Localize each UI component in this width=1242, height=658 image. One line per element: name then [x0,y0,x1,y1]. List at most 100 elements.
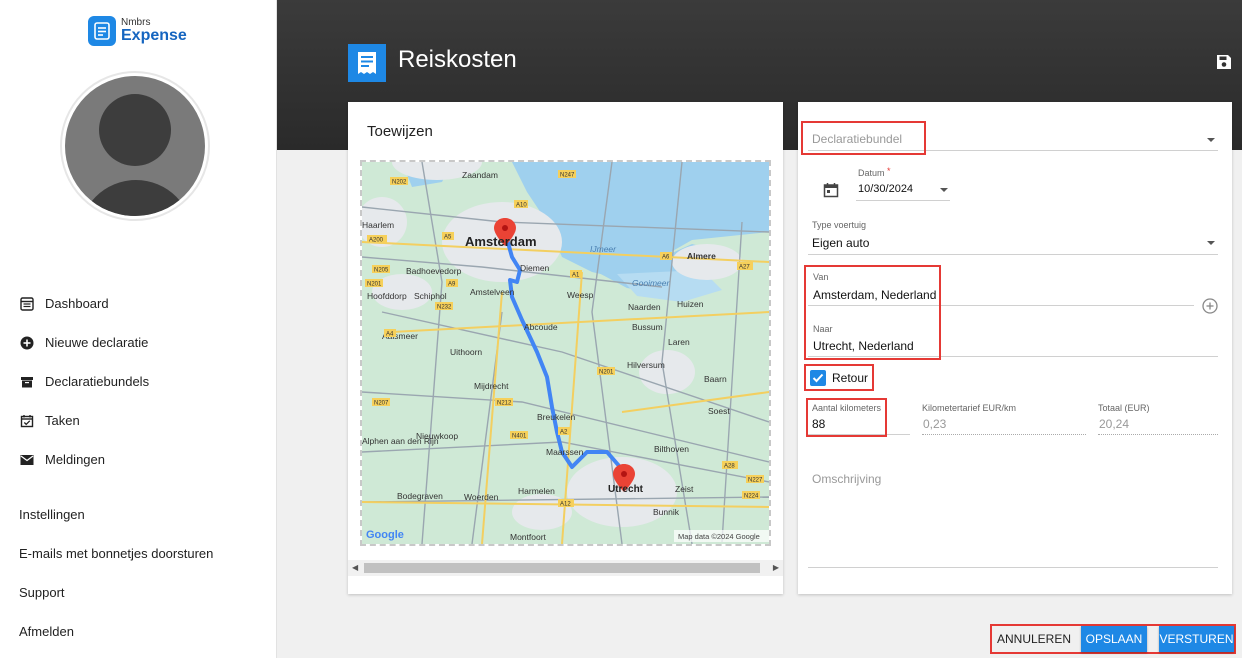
sidebar: Nmbrs Expense Dashboard Nieuwe declarati… [0,0,277,658]
road-badge: N212 [497,401,512,407]
required-marker: * [887,166,891,176]
road-badge: N201 [599,370,614,376]
sidebar-item-new-declaration[interactable]: Nieuwe declaratie [0,323,277,362]
map-label: Alphen aan den Rijn [362,436,439,446]
road-badge: N227 [748,478,763,484]
map-label: Zaandam [462,170,498,180]
map-label: Badhoevedorp [406,266,462,276]
map-label: Amstelveen [470,287,515,297]
road-badge: A4 [386,332,394,338]
sidebar-item-declaration-bundles[interactable]: Declaratiebundels [0,362,277,401]
calendar-icon[interactable] [823,182,839,203]
sidebar-item-notifications[interactable]: Meldingen [0,440,277,479]
map-label: Diemen [520,263,550,273]
map-label: Bodegraven [397,491,443,501]
map-label: Maarssen [546,447,584,457]
map-label: Soest [708,406,730,416]
road-badge: N205 [374,268,389,274]
scrollbar-thumb[interactable] [364,563,760,573]
map-water-label: IJmeer [590,244,617,254]
horizontal-scrollbar[interactable]: ◀ ▶ [348,560,783,576]
sidebar-link-settings[interactable]: Instellingen [19,507,85,522]
road-badge: N224 [744,494,759,500]
sidebar-link-logout[interactable]: Afmelden [19,624,74,639]
save-button[interactable]: OPSLAAN [1081,626,1147,652]
highlight-box [801,121,926,155]
sidebar-link-support[interactable]: Support [19,585,65,600]
mail-icon [19,452,35,468]
sidebar-item-label: Declaratiebundels [45,374,150,389]
road-badge: A27 [739,265,750,271]
map-label: Uithoorn [450,347,482,357]
description-placeholder: Omschrijving [812,472,882,486]
scroll-left-icon[interactable]: ◀ [352,563,358,572]
map-label: Harmelen [518,486,555,496]
page-title: Reiskosten [398,46,517,73]
sidebar-item-dashboard[interactable]: Dashboard [0,284,277,323]
send-button[interactable]: VERSTUREN [1159,626,1234,652]
map-label: Weesp [567,290,594,300]
rate-label: Kilometertarief EUR/km [922,403,1017,413]
calendar-check-icon [19,413,35,429]
total-label: Totaal (EUR) [1098,403,1150,413]
road-badge: N232 [437,305,452,311]
sidebar-item-label: Nieuwe declaratie [45,335,149,350]
save-icon[interactable] [1216,54,1232,70]
map-label: Hoofddorp [367,291,407,301]
map-label: Naarden [628,302,661,312]
google-logo: Google [366,529,404,541]
road-badge: N202 [392,180,407,186]
scroll-right-icon[interactable]: ▶ [773,563,779,572]
map-label: Haarlem [362,220,394,230]
highlight-box [806,398,887,437]
sidebar-link-email-receipts[interactable]: E-mails met bonnetjes doorsturen [19,546,213,561]
road-badge: A6 [662,255,670,261]
cancel-button[interactable]: ANNULEREN [994,626,1074,652]
map-label: Utrecht [608,484,644,495]
receipt-logo-icon [88,16,116,46]
avatar[interactable] [60,71,210,221]
road-badge: A28 [724,464,735,470]
map-label: Amsterdam [465,234,537,249]
dashboard-icon [19,296,35,312]
highlight-box [804,364,874,391]
road-badge: A12 [560,502,571,508]
map-label: Hilversum [627,360,665,370]
map-label: Baarn [704,374,727,384]
map-label: Laren [668,337,690,347]
route-map[interactable]: Zaandam Amsterdam Almere Haarlem Badhoev… [360,160,771,546]
sidebar-item-tasks[interactable]: Taken [0,401,277,440]
sidebar-item-label: Dashboard [45,296,109,311]
total-value: 20,24 [1099,417,1130,431]
highlight-box [804,265,941,360]
vehicle-value: Eigen auto [812,236,870,250]
map-attribution: Map data ©2024 Google [678,532,760,541]
map-label: Schiphol [414,291,447,301]
avatar-placeholder-icon [65,76,205,216]
road-badge: A200 [369,238,384,244]
map-label: Mijdrecht [474,381,509,391]
sidebar-item-label: Meldingen [45,452,105,467]
vehicle-label: Type voertuig [812,220,867,230]
sidebar-nav: Dashboard Nieuwe declaratie Declaratiebu… [0,284,277,479]
map-water-label: Gooimeer [632,278,670,288]
sidebar-item-label: Taken [45,413,80,428]
map-label: Bunnik [653,507,680,517]
date-label: Datum [858,168,885,178]
add-waypoint-icon[interactable] [1202,298,1218,319]
chevron-down-icon [1207,241,1215,245]
logo-product: Expense [121,27,187,44]
road-badge: A10 [516,203,527,209]
app-logo[interactable]: Nmbrs Expense [88,16,187,46]
road-badge: A9 [448,282,456,288]
map-label: Breukelen [537,412,576,422]
map-label: Bussum [632,322,663,332]
road-badge: A5 [444,235,452,241]
road-badge: A1 [572,273,580,279]
archive-icon [19,374,35,390]
rate-value: 0,23 [923,417,947,431]
map-label: Huizen [677,299,704,309]
road-badge: N401 [512,434,527,440]
receipt-icon [348,44,386,82]
road-badge: A2 [560,430,568,436]
